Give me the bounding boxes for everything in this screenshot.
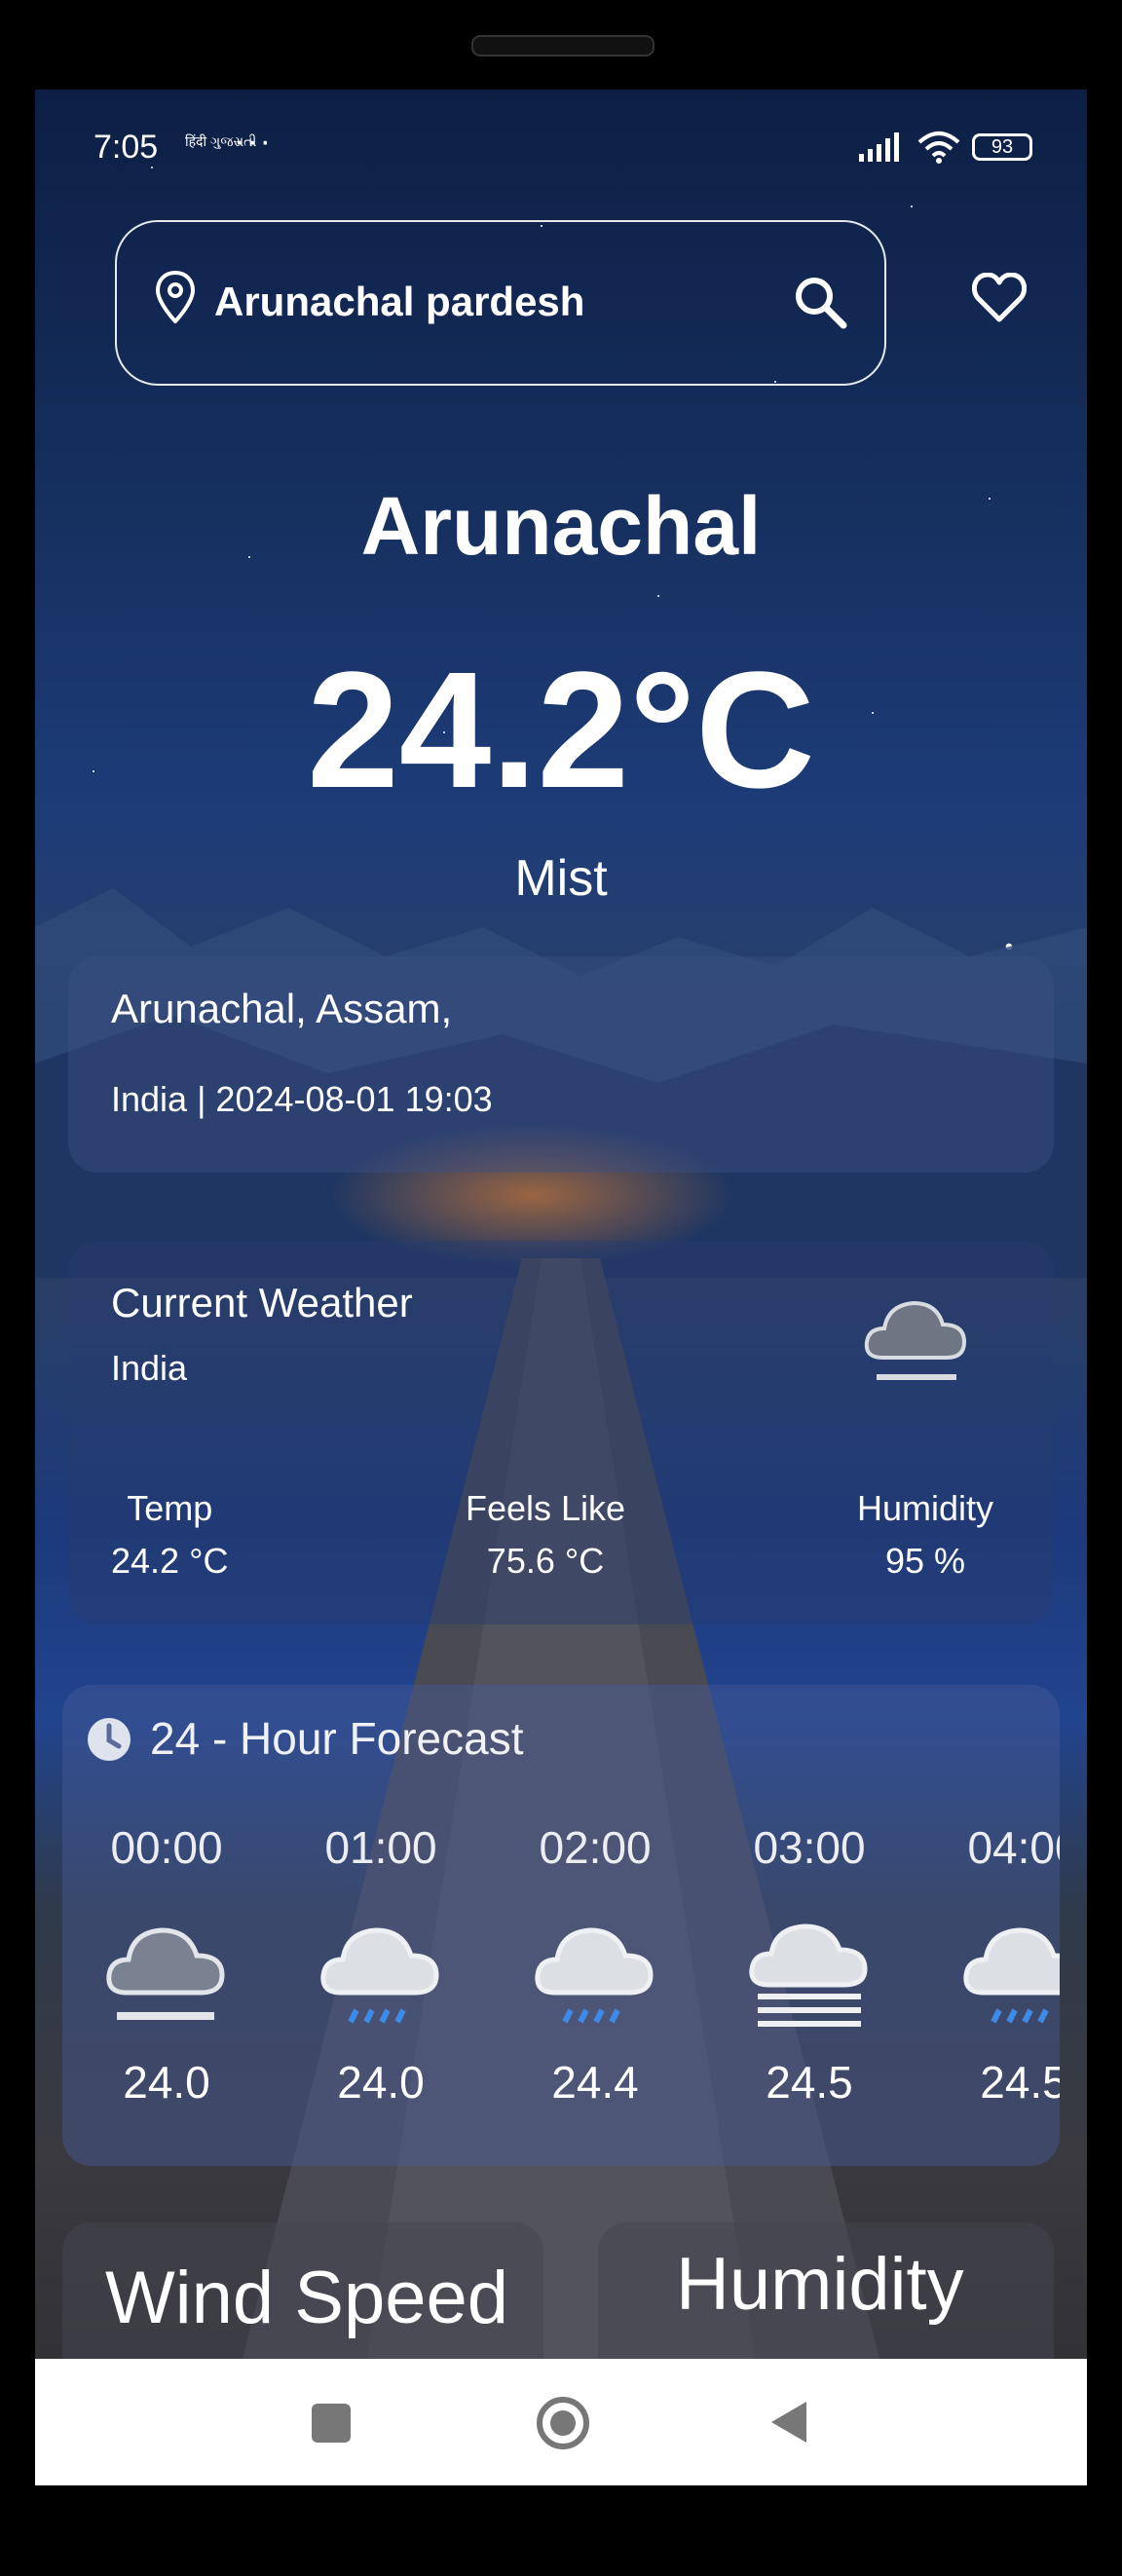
stat-temp-label: Temp (127, 1488, 213, 1528)
stat-humidity-label: Humidity (857, 1488, 994, 1528)
current-weather-title: Current Weather (111, 1280, 413, 1325)
stat-temp: Temp 24.2 °C (111, 1482, 228, 1587)
forecast-time: 04:00 (967, 1822, 1060, 1873)
location-card: Arunachal, Assam, India | 2024-08-01 19:… (68, 956, 1054, 1173)
home-button[interactable] (534, 2394, 592, 2452)
light-rain-cloud-icon (320, 1927, 439, 2024)
forecast-item[interactable]: 03:00 24.5 (727, 1821, 892, 2109)
location-country-datetime: India | 2024-08-01 19:03 (111, 1079, 493, 1119)
wind-speed-label: Wind Speed (105, 2257, 509, 2339)
recent-apps-button[interactable] (312, 2404, 351, 2443)
forecast-time: 03:00 (753, 1822, 866, 1873)
forecast-temp: 24.5 (766, 2057, 853, 2108)
system-nav-bar (35, 2359, 1087, 2485)
stat-temp-value: 24.2 °C (111, 1541, 229, 1581)
current-weather-country: India (111, 1348, 188, 1388)
status-time: 7:05 (94, 129, 159, 166)
stat-humidity-value: 95 % (884, 1541, 966, 1581)
weather-condition: Mist (514, 850, 608, 907)
humidity-label: Humidity (676, 2243, 964, 2326)
forecast-time: 00:00 (110, 1822, 223, 1873)
status-more-dots: ··· (234, 123, 273, 160)
status-icons: 93 (859, 131, 1032, 164)
forecast-temp: 24.0 (123, 2057, 210, 2108)
forecast-item[interactable]: 04:00 24.5 (941, 1821, 1060, 2109)
stat-feels-like-value: 75.6 °C (486, 1541, 605, 1581)
battery-icon: 93 (972, 133, 1032, 161)
current-temperature: 24.2°C (307, 638, 815, 823)
light-rain-cloud-icon (963, 1927, 1060, 2024)
forecast-item[interactable]: 02:00 24.4 (512, 1821, 678, 2109)
clock-icon (88, 1718, 131, 1761)
forecast-temp: 24.0 (337, 2057, 425, 2108)
forecast-title: 24 - Hour Forecast (150, 1713, 524, 1764)
light-rain-cloud-icon (535, 1927, 654, 2024)
app-screen: 7:05 हिंदी ગુજરાતી ··· 93 Arunachal pard… (35, 90, 1087, 2485)
earpiece (471, 35, 654, 56)
search-bar[interactable]: Arunachal pardesh (115, 220, 886, 386)
hourly-forecast-card[interactable]: 24 - Hour Forecast 00:00 24.0 01:00 24.0… (62, 1685, 1060, 2166)
forecast-item[interactable]: 00:00 24.0 (84, 1821, 249, 2109)
battery-level: 93 (991, 135, 1014, 158)
search-input[interactable]: Arunachal pardesh (214, 279, 584, 325)
forecast-temp: 24.4 (551, 2057, 639, 2108)
wifi-icon (917, 131, 960, 164)
back-button[interactable] (767, 2398, 810, 2446)
favorite-heart-icon[interactable] (972, 273, 1027, 323)
location-region: Arunachal, Assam, (111, 986, 453, 1031)
forecast-time: 02:00 (539, 1822, 652, 1873)
signal-icon (859, 132, 899, 162)
location-pin-icon (156, 271, 195, 323)
forecast-temp: 24.5 (980, 2057, 1060, 2108)
forecast-time: 01:00 (324, 1822, 437, 1873)
status-bar: 7:05 हिंदी ગુજરાતી ··· 93 (35, 90, 1087, 191)
search-icon[interactable] (793, 275, 847, 329)
phone-frame: 7:05 हिंदी ગુજરાતી ··· 93 Arunachal pard… (0, 0, 1122, 2576)
stat-feels-like-label: Feels Like (466, 1488, 626, 1528)
stat-feels-like: Feels Like 75.6 °C (466, 1482, 625, 1587)
current-weather-card: Current Weather India Temp 24.2 °C Feels… (68, 1241, 1054, 1624)
fog-cloud-icon (749, 1923, 868, 2027)
city-title: Arunachal (360, 480, 762, 572)
forecast-item[interactable]: 01:00 24.0 (298, 1821, 464, 2109)
mist-cloud-icon (864, 1300, 967, 1380)
mist-cloud-icon (106, 1927, 225, 2020)
stat-humidity: Humidity 95 % (857, 1482, 993, 1587)
